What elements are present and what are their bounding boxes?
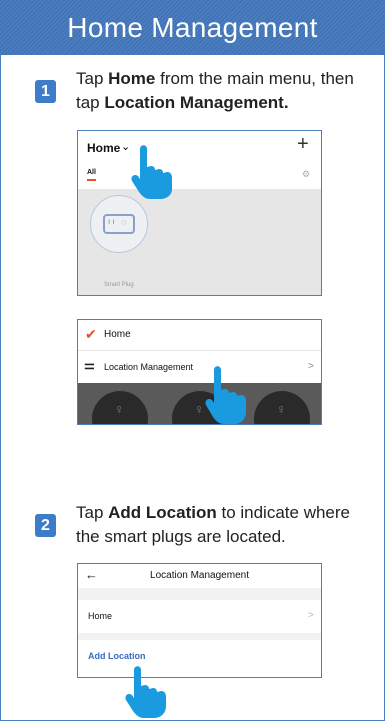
lm-home-label: Home [88,611,113,621]
chevron-right-icon: > [308,610,314,621]
tab-underline [87,179,96,181]
pointing-hand-icon [125,666,166,718]
add-location-row[interactable]: Add Location [78,640,321,677]
bulb-tile-3: ♀ [254,391,310,424]
pointing-hand-icon [131,145,172,199]
step-1-badge: 1 [35,80,56,103]
page-title: Home Management [0,0,385,55]
step-2-text: Tap Add Location to indicate where the s… [76,503,350,546]
add-button[interactable]: + [297,133,309,156]
add-location-button[interactable]: Add Location [88,651,146,661]
chevron-down-icon[interactable]: ⌄ [121,140,130,153]
step-2-badge: 2 [35,514,56,537]
plug-icon: ı ı ◌ [103,214,135,234]
pointing-hand-icon [205,366,246,424]
menu-home-label: Home [104,329,131,340]
bulb-tile-1: ♀ [92,391,148,424]
dimmed-background: ♀ ♀ ♀ [78,383,321,424]
device-tile[interactable]: ı ı ◌ [90,195,148,253]
menu-item-home[interactable]: ✔ Home [78,320,321,351]
home-dropdown[interactable]: Home [87,141,120,155]
gear-icon[interactable]: ⚙ [302,169,310,180]
menu-item-location-management[interactable]: ⚌ Location Management > [78,351,321,383]
lm-title: Location Management [150,570,249,581]
sliders-icon: ⚌ [84,358,95,372]
tab-all[interactable]: All [87,169,96,176]
chevron-right-icon: > [308,361,314,372]
home-header: Home ⌄ + All ⚙ [78,131,321,189]
lm-row-home[interactable]: Home > [78,600,321,633]
menu-location-label: Location Management [104,362,194,372]
lm-header: ← Location Management [78,564,321,588]
location-management-screenshot: ← Location Management Home > Add Locatio… [77,563,322,678]
step-1-text: Tap Home from the main menu, then tap Lo… [76,69,354,112]
device-label: Smart Plug [104,282,134,288]
home-screen-screenshot: Home ⌄ + All ⚙ ı ı ◌ Smart Plug [77,130,322,296]
check-icon: ✔ [85,326,97,342]
device-area: ı ı ◌ Smart Plug [78,189,321,295]
menu-screenshot: ✔ Home ⚌ Location Management > ♀ ♀ ♀ [77,319,322,425]
